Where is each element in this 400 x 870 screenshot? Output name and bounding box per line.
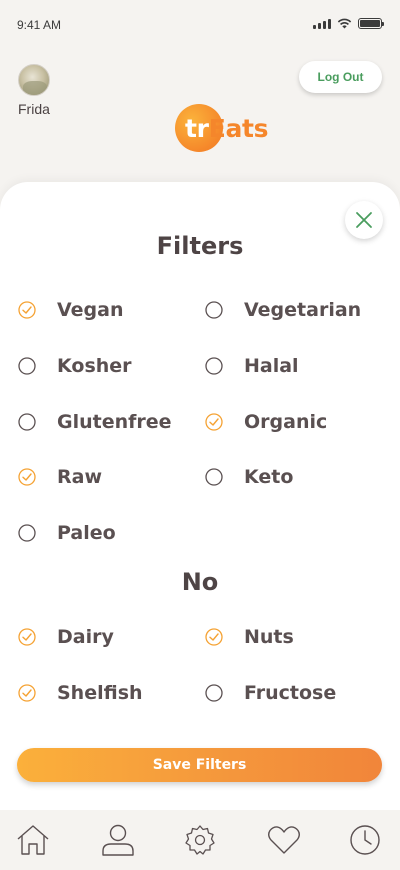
app-logo: trEats [175, 104, 269, 152]
option-label: Dairy [57, 626, 114, 648]
option-label: Vegan [57, 299, 124, 321]
user-name: Frida [18, 101, 50, 117]
option-glutenfree[interactable]: Glutenfree [18, 408, 172, 436]
option-dairy[interactable]: Dairy [18, 623, 114, 651]
settings-icon [185, 825, 215, 855]
check-circle-icon[interactable] [205, 628, 223, 646]
option-organic[interactable]: Organic [205, 408, 327, 436]
empty-circle-icon[interactable] [18, 357, 36, 375]
option-label: Raw [57, 466, 103, 489]
option-vegetarian[interactable]: Vegetarian [205, 296, 361, 324]
option-label: Organic [244, 410, 328, 433]
check-circle-icon[interactable] [18, 628, 36, 646]
check-circle-icon[interactable] [205, 412, 223, 431]
nav-favorites[interactable] [267, 823, 301, 857]
check-circle-icon[interactable] [18, 301, 36, 319]
option-shelfish[interactable]: Shelfish [18, 679, 143, 707]
empty-circle-icon[interactable] [18, 524, 36, 542]
option-label: Keto [244, 466, 294, 489]
option-keto[interactable]: Keto [205, 463, 293, 491]
nav-settings[interactable] [183, 823, 217, 857]
avatar[interactable] [18, 64, 50, 96]
option-label: Fructose [244, 681, 337, 704]
favorites-icon [268, 826, 300, 854]
filters-sheet [0, 182, 400, 810]
logout-button[interactable]: Log Out [299, 61, 382, 93]
filters-title: Filters [156, 232, 244, 260]
nav-home[interactable] [16, 823, 50, 857]
status-time: 9:41 AM [17, 18, 62, 32]
logo-suffix: Eats [208, 113, 269, 143]
option-label: Vegetarian [244, 299, 362, 321]
option-nuts[interactable]: Nuts [205, 623, 294, 651]
option-kosher[interactable]: Kosher [18, 352, 132, 380]
home-icon [17, 825, 49, 855]
option-raw[interactable]: Raw [18, 463, 102, 491]
option-vegan[interactable]: Vegan [18, 296, 124, 324]
check-circle-icon[interactable] [18, 468, 36, 486]
empty-circle-icon[interactable] [205, 684, 223, 702]
signal-icon [313, 18, 331, 29]
option-label: Halal [244, 354, 299, 377]
battery-icon [358, 18, 384, 29]
profile-icon [102, 824, 134, 856]
status-bar: 9:41 AM [0, 0, 400, 52]
option-halal[interactable]: Halal [205, 352, 299, 380]
option-label: Kosher [57, 354, 132, 377]
check-circle-icon[interactable] [18, 684, 36, 702]
nav-profile[interactable] [101, 823, 135, 857]
empty-circle-icon[interactable] [205, 357, 223, 375]
save-filters-button[interactable]: Save Filters [17, 748, 382, 782]
option-paleo[interactable]: Paleo [18, 519, 116, 547]
wifi-icon [337, 18, 352, 29]
empty-circle-icon[interactable] [205, 301, 223, 319]
empty-circle-icon[interactable] [18, 412, 36, 431]
nav-history[interactable] [348, 823, 382, 857]
exclusions-title: No [181, 568, 219, 596]
option-label: Shelfish [57, 681, 143, 704]
bottom-nav [0, 810, 400, 870]
empty-circle-icon[interactable] [205, 468, 223, 486]
history-icon [350, 825, 380, 855]
option-label: Glutenfree [57, 410, 172, 433]
logo-text: trEats [175, 113, 269, 143]
logo-prefix: tr [185, 113, 209, 143]
status-icons [313, 18, 384, 29]
option-fructose[interactable]: Fructose [205, 679, 336, 707]
option-label: Nuts [244, 626, 294, 648]
close-icon [356, 212, 372, 228]
option-label: Paleo [57, 522, 116, 544]
